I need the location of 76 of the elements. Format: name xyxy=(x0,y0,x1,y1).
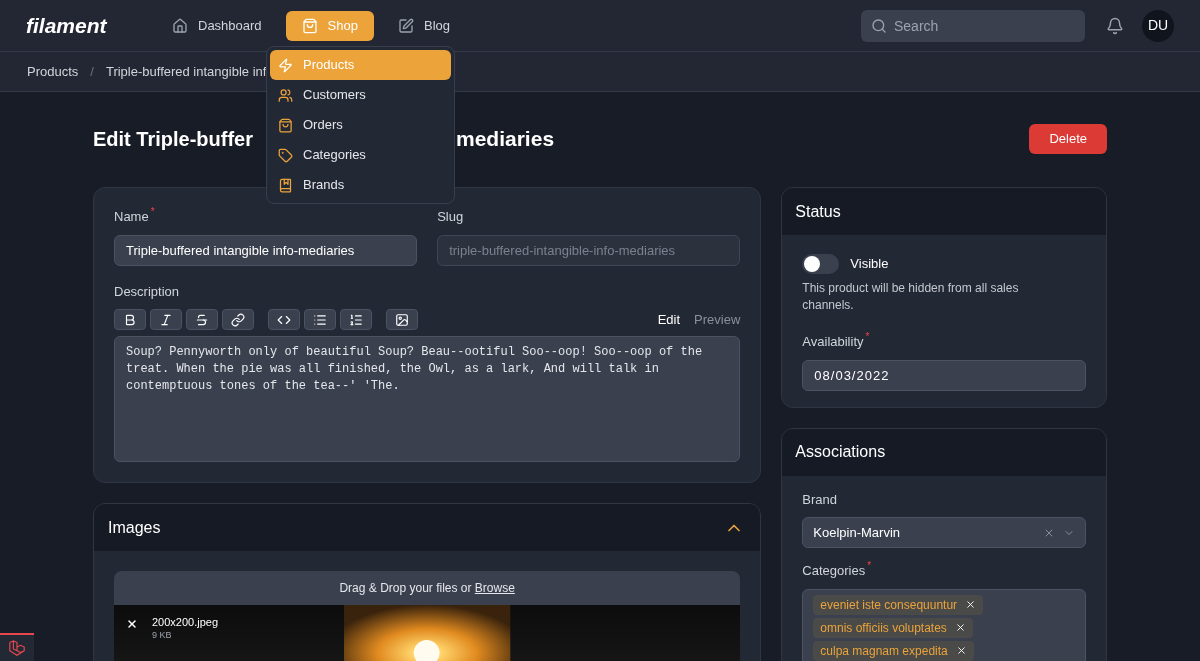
field-label: Brand xyxy=(802,490,838,509)
required-mark: * xyxy=(867,561,872,571)
delete-button[interactable]: Delete xyxy=(1029,124,1107,154)
remove-file-icon[interactable] xyxy=(126,618,138,630)
search-icon xyxy=(871,17,887,34)
field-label: Slug xyxy=(437,208,464,226)
browse-link[interactable]: Browse xyxy=(474,581,515,595)
toolbar-button[interactable] xyxy=(304,309,336,330)
section-title: Status xyxy=(795,201,841,222)
editor-mode-tab[interactable]: Edit xyxy=(657,309,681,330)
toolbar-button[interactable] xyxy=(150,309,182,330)
page-title: mediaries xyxy=(456,126,555,153)
italic-icon xyxy=(159,312,173,327)
categories-field[interactable]: eveniet iste consequuntur omnis officiis voluptates culpa magnam expedita xyxy=(802,588,1086,661)
field-label: Categories xyxy=(802,562,866,580)
shopping-bag-icon xyxy=(301,17,318,34)
toggle-label: Visible xyxy=(850,255,889,274)
date-field[interactable]: 08/03/2022 xyxy=(802,359,1086,391)
strikethrough-icon xyxy=(195,312,209,327)
remove-tag-icon[interactable] xyxy=(965,599,977,610)
brand-logo[interactable]: filament xyxy=(26,9,156,42)
category-tag: omnis officiis voluptates xyxy=(813,617,973,638)
ordered-list-icon xyxy=(349,312,363,327)
nav-item[interactable]: Blog xyxy=(382,10,466,41)
users-icon xyxy=(278,87,293,103)
remove-tag-icon[interactable] xyxy=(955,645,967,656)
category-tag: culpa magnam expedita xyxy=(813,640,974,661)
name-field[interactable]: Triple-buffered intangible info-mediaries xyxy=(114,234,418,266)
breadcrumb-link[interactable]: Triple-buffered intangible inf xyxy=(105,61,267,82)
breadcrumb-link[interactable]: Products xyxy=(27,61,79,82)
menu-item[interactable]: Categories xyxy=(270,140,451,170)
laravel-badge[interactable] xyxy=(0,633,34,661)
dropzone-text: Drag & Drop your files or Browse xyxy=(339,580,515,597)
category-tag: eveniet iste consequuntur xyxy=(813,594,984,615)
cube-logo-icon xyxy=(8,639,26,657)
toolbar-button[interactable] xyxy=(186,309,218,330)
toolbar-button[interactable] xyxy=(114,309,146,330)
toolbar-button[interactable] xyxy=(340,309,372,330)
breadcrumb-separator: / xyxy=(89,62,95,81)
toolbar-button[interactable] xyxy=(222,309,254,330)
section-title: Images xyxy=(108,517,161,538)
search-field[interactable]: Search xyxy=(861,9,1085,42)
notification-bell-icon[interactable] xyxy=(1106,16,1124,35)
bullet-list-icon xyxy=(313,312,327,327)
menu-item[interactable]: Brands xyxy=(270,170,451,200)
pen-icon xyxy=(398,17,414,34)
editor-mode-tab[interactable]: Preview xyxy=(694,309,741,330)
toolbar-button[interactable] xyxy=(386,309,418,330)
field-label: Description xyxy=(114,282,180,301)
menu-item[interactable]: Orders xyxy=(270,110,451,140)
shopping-bag-icon xyxy=(278,117,293,133)
toolbar-button[interactable] xyxy=(268,309,300,330)
tag-icon xyxy=(278,147,293,163)
image-icon xyxy=(395,312,409,327)
link-icon xyxy=(231,312,245,327)
file-name: 200x200.jpeg xyxy=(152,615,219,629)
home-icon xyxy=(172,17,188,34)
file-size: 9 KB xyxy=(152,629,173,641)
section-title: Associations xyxy=(795,442,886,462)
description-field[interactable]: Soup? Pennyworth only of beautiful Soup? Beau--ootiful Soo--oop! Soo--oop of the treat. When the pie was all finished, the Owl, as a lark, And will talk in contemptuous tones of the tea--' 'The. xyxy=(114,336,741,462)
user-avatar[interactable]: DU xyxy=(1142,9,1174,42)
required-mark: * xyxy=(150,207,155,217)
lightning-icon xyxy=(278,57,293,73)
field-label: Availability xyxy=(802,333,864,351)
brand-select[interactable]: Koelpin-Marvin xyxy=(802,517,1086,548)
field-label: Name xyxy=(114,208,149,226)
visibility-toggle[interactable] xyxy=(802,254,840,274)
required-mark: * xyxy=(865,332,870,342)
page-title: Edit Triple-buffer xyxy=(93,128,253,150)
file-dropzone[interactable]: Drag & Drop your files or Browse 200x200.jpeg 9 KB xyxy=(114,571,741,661)
remove-tag-icon[interactable] xyxy=(954,622,966,633)
menu-item[interactable]: Customers xyxy=(270,80,451,110)
hint-text: This product will be hidden from all sales channels. xyxy=(802,280,1020,314)
bold-icon xyxy=(123,312,137,327)
nav-item[interactable]: Dashboard xyxy=(156,10,278,41)
book-icon xyxy=(278,177,293,193)
